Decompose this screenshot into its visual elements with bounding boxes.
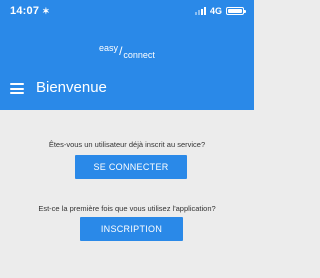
logo-text-bottom: connect	[123, 50, 155, 60]
page-title: Bienvenue	[36, 79, 107, 96]
register-prompt-text: Est-ce la première fois que vous utilise…	[38, 204, 216, 213]
status-time-text: 14:07	[10, 5, 40, 17]
login-prompt-text: Êtes-vous un utilisateur déjà inscrit au…	[48, 140, 206, 149]
network-type: 4G	[209, 6, 222, 16]
register-button[interactable]: INSCRIPTION	[80, 217, 183, 241]
signal-strength-icon	[194, 7, 206, 15]
app-logo: easy/connect	[0, 43, 254, 60]
status-time: 14:07 ✶	[10, 5, 50, 17]
login-button[interactable]: SE CONNECTER	[75, 155, 187, 179]
app-header: 14:07 ✶ 4G easy/connect Bienvenue	[0, 0, 254, 110]
logo-text-top: easy	[99, 43, 119, 53]
status-indicators: 4G	[194, 6, 246, 16]
battery-icon	[226, 7, 246, 15]
location-arrow-icon: ✶	[42, 6, 50, 16]
welcome-content: Êtes-vous un utilisateur déjà inscrit au…	[0, 110, 254, 278]
hamburger-menu-icon[interactable]	[10, 83, 24, 94]
logo-slash: /	[119, 44, 123, 58]
status-bar: 14:07 ✶ 4G	[0, 0, 254, 20]
